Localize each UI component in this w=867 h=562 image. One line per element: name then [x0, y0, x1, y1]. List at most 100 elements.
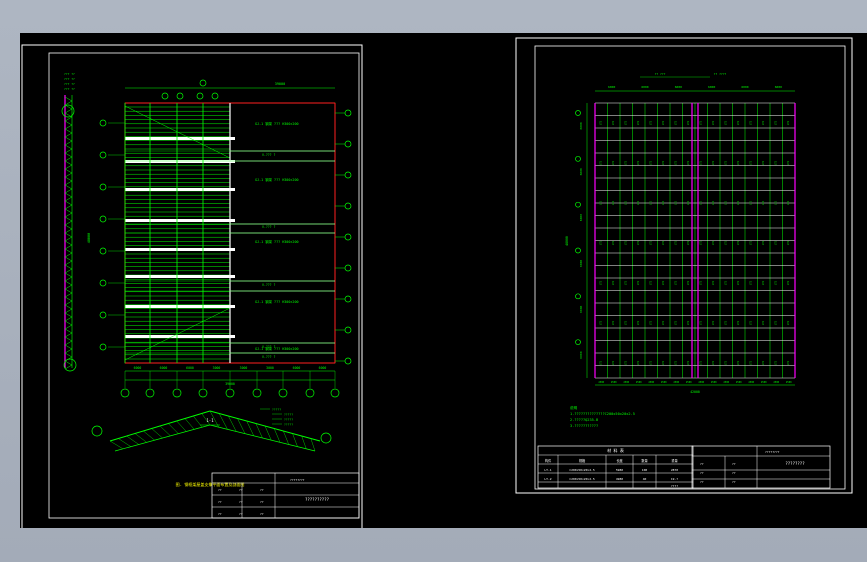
truss-note-label: ??? ?? — [64, 72, 75, 76]
schedule-cell: C200×50×20×2.5 — [569, 468, 594, 472]
truss-web — [64, 160, 73, 166]
purlin-tag: LT1 — [749, 360, 752, 365]
purlin-tag: LT1 — [637, 240, 640, 245]
purlin-tag: LT1 — [637, 360, 640, 365]
axis-bubble — [344, 109, 352, 117]
title-block-cell: ?? — [218, 488, 222, 492]
truss-web — [64, 240, 73, 246]
truss-web — [64, 352, 73, 358]
purlin-tag: LT1 — [774, 360, 777, 365]
purlin-tag: LT1 — [674, 200, 677, 205]
web-member — [264, 425, 272, 441]
schedule-cell: LT-2 — [544, 477, 551, 481]
bracing-label: V-??? ? — [262, 153, 276, 157]
column-bubble — [176, 92, 184, 100]
purlin-tag: LT1 — [674, 320, 677, 325]
title-block-cell: ?? — [260, 488, 264, 492]
section-bubble — [320, 432, 332, 444]
note-line: 3.??????????? — [570, 424, 598, 428]
truss-web — [64, 272, 73, 278]
top-dim: 6000 — [741, 85, 748, 89]
truss-web — [64, 348, 73, 354]
purlin-tag: LT1 — [737, 200, 740, 205]
purlin-tag: LT1 — [674, 160, 677, 165]
leader-label: ????? — [284, 413, 293, 417]
axis-bubble — [99, 343, 107, 351]
sheet-1-drawing-title: ?????????? — [305, 497, 330, 502]
purlin-tag: LT1 — [637, 120, 640, 125]
schedule-title: 材 料 表 — [607, 447, 624, 453]
left-dim: 6000 — [579, 214, 583, 221]
axis-bubble — [99, 247, 107, 255]
grid-bubble — [252, 388, 262, 398]
sheet-1-project: ???????? — [290, 478, 305, 482]
truss-web — [64, 208, 73, 214]
left-total-dim: 48000 — [87, 233, 91, 244]
purlin-tag: LT1 — [624, 320, 627, 325]
purlin-tag: LT1 — [774, 160, 777, 165]
web-member — [151, 428, 163, 439]
purlin-tag: LT1 — [612, 200, 615, 205]
model-space-canvas[interactable]: GJ-1 钢架 ??? H300×200 GJ-1 钢架 ??? H300×200… — [20, 33, 867, 528]
sheet-1-caption: 图. 钢框架屋盖支撑平面布置及剖面图 — [176, 481, 245, 487]
web-member — [176, 420, 187, 432]
truss-web — [64, 156, 73, 162]
truss-web — [64, 236, 73, 242]
purlin-tag: LT1 — [662, 320, 665, 325]
purlin-tag: LT1 — [762, 120, 765, 125]
purlin-tag: LT1 — [749, 160, 752, 165]
title-block-cell: ?? — [700, 462, 704, 466]
top-note: ?? ???? — [714, 72, 727, 76]
web-member — [255, 423, 263, 439]
axis-bubble — [344, 140, 352, 148]
sheet-2-title-block: ???????????????????????????? — [691, 445, 831, 489]
truss-web — [64, 320, 73, 326]
sheet-1-title-block: ???????????????????????????????????? — [211, 472, 360, 519]
purlin-tag: LT1 — [687, 360, 690, 365]
purlin-tag: LT1 — [624, 240, 627, 245]
web-member — [283, 430, 289, 445]
truss-web — [64, 312, 73, 318]
truss-web — [64, 176, 73, 182]
truss-web — [64, 288, 73, 294]
purlin-tag: LT1 — [699, 360, 702, 365]
schedule-cell: 5980 — [616, 468, 623, 472]
bottom-bay-dim: 2500 — [773, 381, 779, 384]
purlin-tag: LT1 — [737, 120, 740, 125]
truss-web — [64, 196, 73, 202]
bracing-band — [125, 335, 235, 338]
purlin-tag: LT1 — [712, 360, 715, 365]
truss-web — [64, 144, 73, 150]
web-member — [118, 438, 131, 447]
purlin-tag: LT1 — [712, 320, 715, 325]
purlin-tag: LT1 — [649, 320, 652, 325]
axis-bubble — [344, 357, 352, 365]
web-member — [159, 425, 171, 436]
bottom-bay-dim: 2500 — [761, 381, 767, 384]
left-dim: 6000 — [579, 351, 583, 358]
truss-web — [64, 332, 73, 338]
purlin-tag: LT1 — [624, 160, 627, 165]
bottom-bay-dim: 2500 — [736, 381, 742, 384]
web-member — [109, 440, 124, 450]
left-dim: 6000 — [579, 168, 583, 175]
axis-bubble — [575, 155, 581, 162]
bottom-bay-dim: 2500 — [598, 381, 604, 384]
purlin-tag: LT1 — [624, 280, 627, 285]
truss-web — [64, 276, 73, 282]
bottom-dim: 6000 — [293, 366, 301, 370]
purlin-tag: LT1 — [749, 120, 752, 125]
bottom-dim: 3000 — [213, 366, 221, 370]
top-total-dim: 39000 — [275, 82, 286, 86]
schedule-header: 重量 — [671, 458, 678, 463]
web-member — [184, 418, 195, 430]
truss-web — [64, 168, 73, 174]
web-member — [143, 430, 155, 441]
web-member — [310, 438, 316, 452]
title-block-cell: ?? — [239, 488, 243, 492]
top-note: ?? ??? — [655, 72, 666, 76]
truss-web — [64, 96, 73, 102]
truss-elevation-vertical: ??? ????? ????? ????? ?? — [61, 72, 77, 372]
purlin-tag: LT1 — [724, 360, 727, 365]
truss-web — [64, 324, 73, 330]
